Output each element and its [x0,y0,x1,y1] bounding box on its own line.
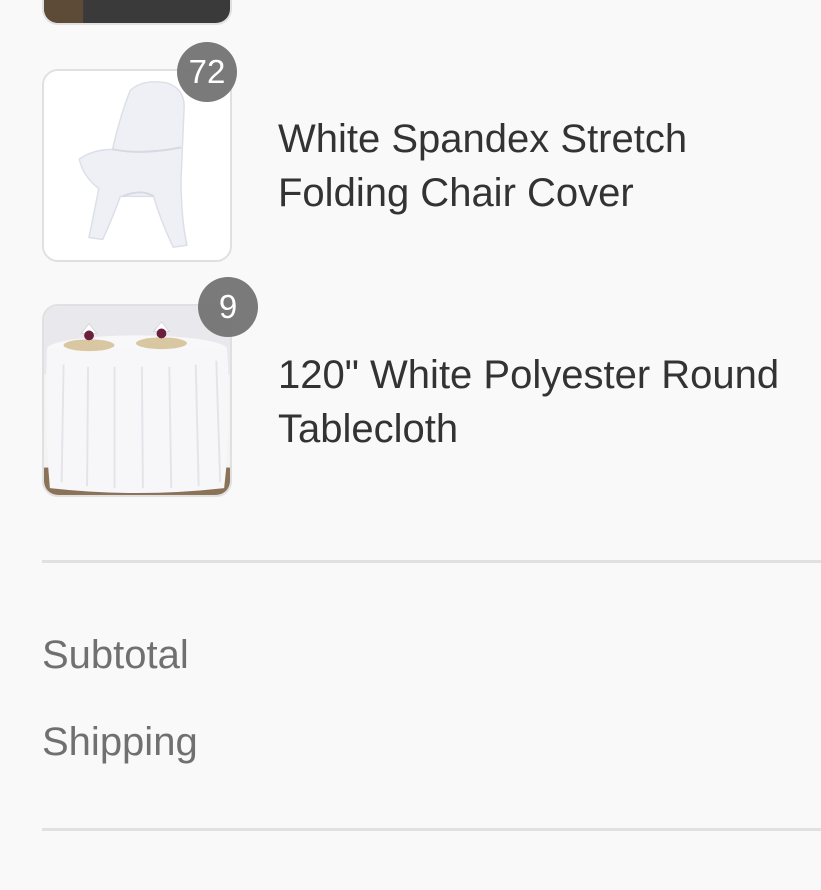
product-title: Folding Chair Cover [278,171,634,215]
divider [42,560,821,563]
divider [42,828,821,831]
subtotal-label: Subtotal [42,633,189,677]
product-title: White Spandex Stretch [278,117,688,161]
round-tablecloth-image [44,306,230,495]
product-thumbnail [42,304,232,497]
quantity-badge: 9 [198,277,258,337]
product-title: Tablecloth [278,407,459,451]
product-title: 120" White Polyester Round [278,353,780,397]
shipping-label: Shipping [42,720,198,764]
product-thumbnail-partial [42,0,232,25]
quantity-badge: 72 [177,42,237,102]
